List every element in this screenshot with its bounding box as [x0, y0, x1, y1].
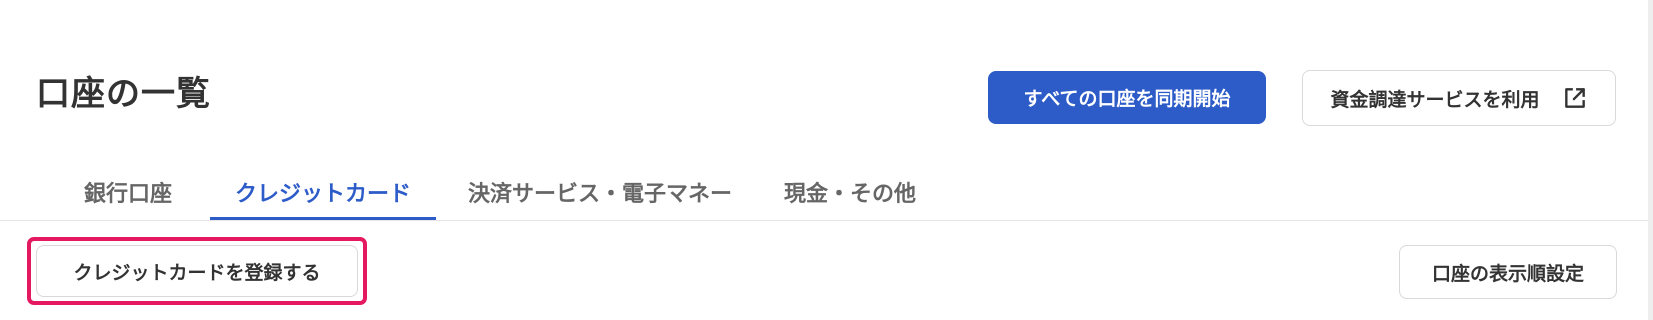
- tab-label: 決済サービス・電子マネー: [467, 182, 732, 207]
- funding-service-button[interactable]: 資金調達サービスを利用: [1302, 70, 1616, 126]
- sync-all-accounts-label: すべての口座を同期開始: [1023, 88, 1231, 110]
- tab-label: クレジットカード: [234, 182, 411, 207]
- tab-cash-other[interactable]: 現金・その他: [776, 176, 924, 220]
- accounts-page: 口座の一覧 すべての口座を同期開始 資金調達サービスを利用 銀行口座 クレジット…: [0, 0, 1653, 320]
- account-type-tabs: 銀行口座 クレジットカード 決済サービス・電子マネー 現金・その他: [0, 176, 940, 220]
- window-edge: [1648, 0, 1653, 320]
- funding-service-label: 資金調達サービスを利用: [1330, 88, 1540, 111]
- external-link-icon: [1564, 88, 1585, 108]
- tab-credit-cards[interactable]: クレジットカード: [210, 176, 436, 220]
- sync-all-accounts-button[interactable]: すべての口座を同期開始: [988, 71, 1266, 124]
- tab-payment-services[interactable]: 決済サービス・電子マネー: [454, 176, 746, 220]
- tabs-divider: [0, 220, 1648, 221]
- tab-label: 現金・その他: [783, 182, 916, 207]
- register-credit-card-button[interactable]: クレジットカードを登録する: [36, 245, 358, 297]
- register-credit-card-label: クレジットカードを登録する: [73, 261, 321, 284]
- tab-label: 銀行口座: [83, 182, 172, 207]
- tab-bank-accounts[interactable]: 銀行口座: [66, 176, 190, 220]
- account-order-settings-label: 口座の表示順設定: [1431, 262, 1584, 285]
- page-title: 口座の一覧: [36, 74, 211, 114]
- account-order-settings-button[interactable]: 口座の表示順設定: [1399, 245, 1617, 299]
